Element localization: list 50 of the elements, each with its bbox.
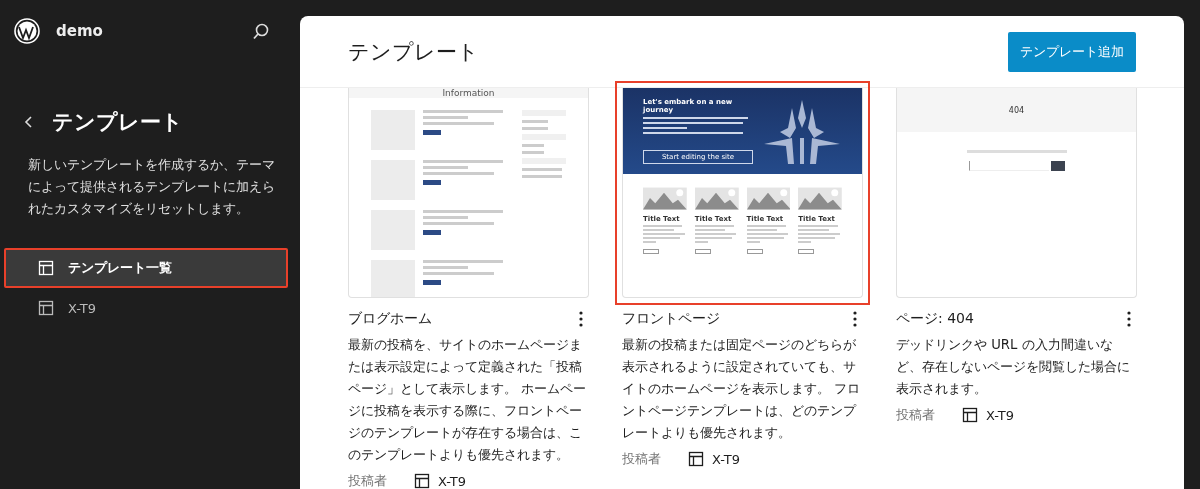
add-template-button[interactable]: テンプレート追加 <box>1008 31 1136 72</box>
read-more-tag <box>423 180 441 185</box>
sidebar-widgets <box>522 110 566 178</box>
sidebar-title: テンプレート <box>52 109 183 136</box>
template-title[interactable]: フロントページ <box>622 310 720 328</box>
mountain-placeholder-icon <box>746 186 791 211</box>
search-icon[interactable] <box>252 22 270 40</box>
template-icon <box>38 300 54 316</box>
logo-icon[interactable] <box>14 18 40 44</box>
mountain-placeholder-icon <box>694 186 739 211</box>
template-preview[interactable]: 404 <box>896 88 1137 298</box>
author-label: 投稿者 <box>896 406 936 424</box>
template-description: 最新の投稿または固定ページのどちらが表示されるように設定されていても、サイトのホームページを表示します。 フロントページテンプレートは、どのテンプレートよりも優先されます。 <box>622 336 862 442</box>
template-icon <box>414 473 430 489</box>
text-lines <box>643 225 687 243</box>
search-button <box>1050 161 1065 171</box>
read-more-tag <box>423 280 441 285</box>
template-preview[interactable]: Information <box>348 88 589 298</box>
author-label: 投稿者 <box>622 450 662 468</box>
site-name: demo <box>56 22 104 40</box>
page-title: テンプレート <box>348 38 479 66</box>
author-label: 投稿者 <box>348 472 388 489</box>
preview-heading: Information <box>349 88 588 98</box>
card-button <box>746 249 763 254</box>
read-more-tag <box>423 130 441 135</box>
text-lines <box>746 225 791 243</box>
sidebar-item[interactable]: テンプレート一覧 <box>4 248 288 288</box>
sidebar-item[interactable]: X-T9 <box>4 288 288 328</box>
read-more-tag <box>423 230 441 235</box>
back-icon[interactable] <box>22 114 34 130</box>
template-description: デッドリンクや URL の入力間違いなど、存在しないページを閲覧した場合に表示されます。 <box>896 336 1131 398</box>
text-lines <box>798 225 842 243</box>
author-name: X-T9 <box>438 473 466 489</box>
sidebar-description: 新しいテンプレートを作成するか、テーマによって提供されるテンプレートに加えられたカスタマイズをリセットします。 <box>28 156 276 218</box>
card-button <box>643 249 659 254</box>
text-lines <box>694 225 739 243</box>
card-button <box>798 249 815 254</box>
thumbnail <box>371 260 415 297</box>
template-description: 最新の投稿を、サイトのホームページまたは表示設定によって定義された「投稿ページ」として表示します。 ホームページに投稿を表示する際に、フロントページのテンプレートが存在する場合は、このテンプレートよりも優先されます。 <box>348 336 588 464</box>
template-title[interactable]: ブログホーム <box>348 310 432 328</box>
author-name: X-T9 <box>712 451 740 467</box>
preview-heading: 404 <box>1008 105 1025 115</box>
template-icon <box>38 260 54 276</box>
card-button <box>694 249 711 254</box>
template-icon <box>962 407 978 423</box>
template-title[interactable]: ページ: 404 <box>896 310 974 328</box>
mountain-placeholder-icon <box>643 186 687 211</box>
mountain-placeholder-icon <box>798 186 842 211</box>
template-icon <box>688 451 704 467</box>
author-name: X-T9 <box>986 407 1014 423</box>
